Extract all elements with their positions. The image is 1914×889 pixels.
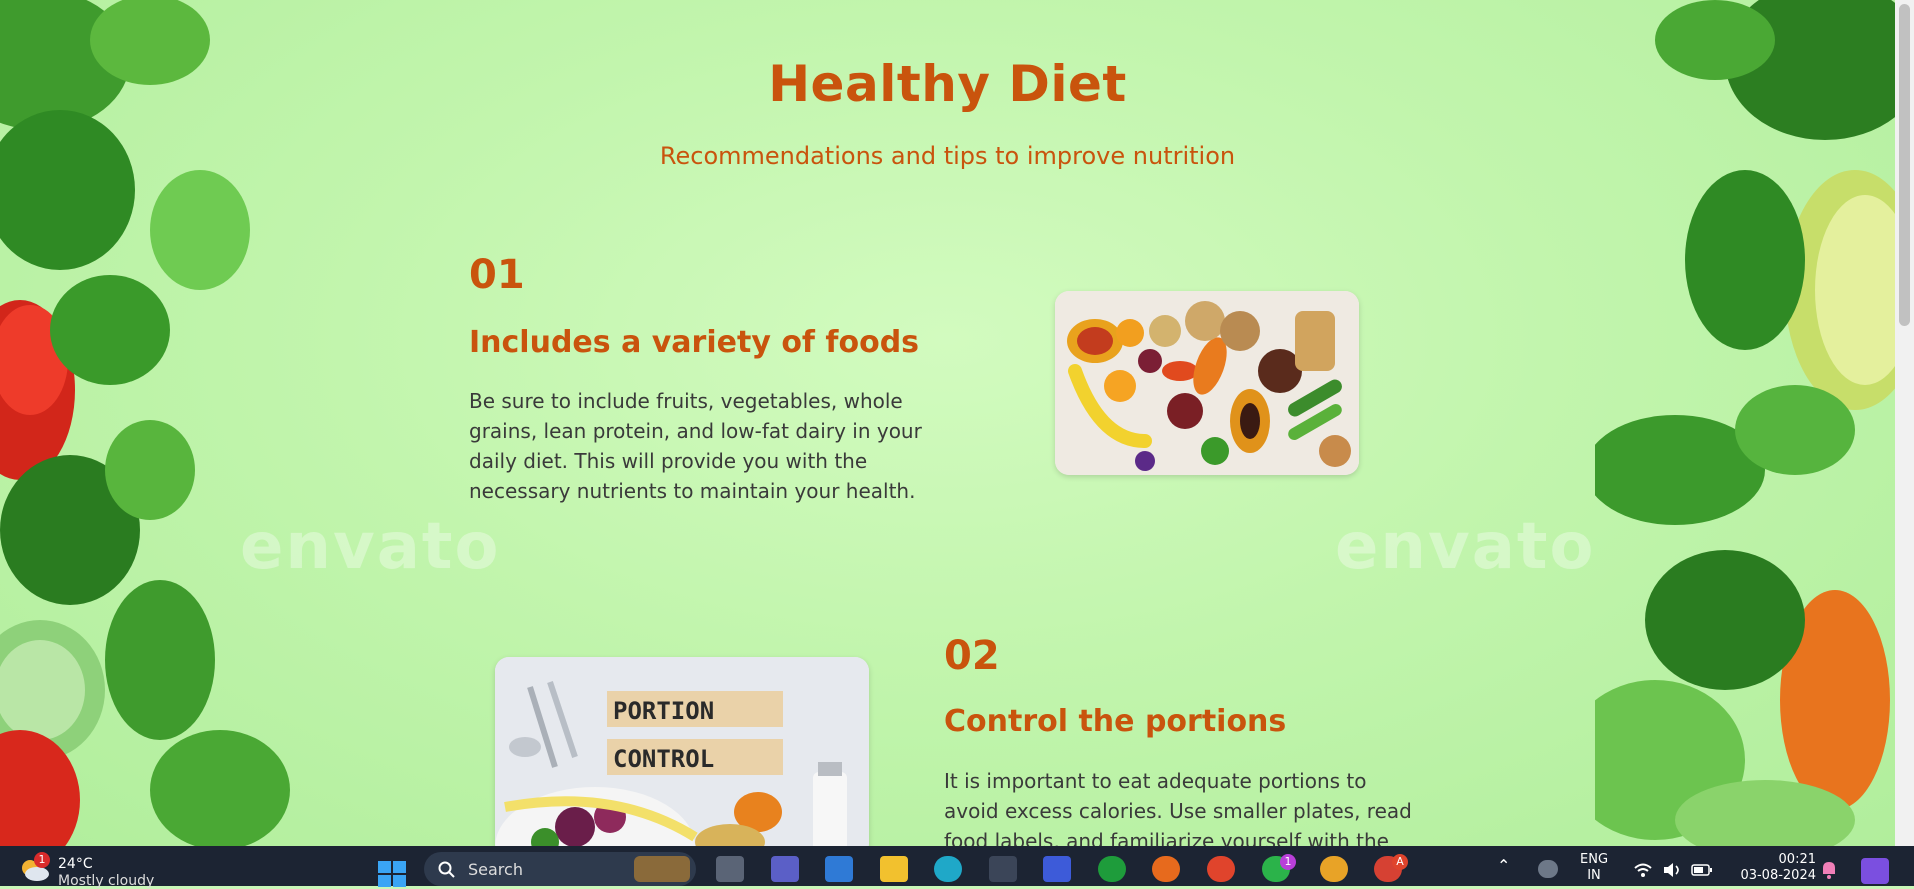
section-title: Includes a variety of foods	[469, 325, 920, 360]
language-region: IN	[1587, 868, 1601, 883]
section-text: It is important to eat adequate portions…	[944, 769, 1412, 846]
section-title: Control the portions	[944, 704, 1287, 739]
vegetable-border-right-image	[1595, 0, 1895, 846]
portion-control-image: PORTION CONTROL	[495, 657, 869, 846]
microsoft-store-icon[interactable]	[825, 856, 853, 882]
chrome-badge: A	[1392, 854, 1408, 870]
section-number: 01	[469, 252, 525, 298]
windows-start-icon[interactable]	[377, 860, 407, 888]
wifi-icon[interactable]	[1633, 862, 1653, 878]
notification-bell-icon[interactable]	[1820, 860, 1838, 880]
taskbar-search[interactable]: Search	[424, 852, 696, 886]
vertical-scrollbar[interactable]	[1895, 0, 1914, 846]
section-text: Be sure to include fruits, vegetables, w…	[469, 389, 922, 503]
onedrive-icon[interactable]	[1538, 860, 1558, 878]
webpage: Healthy Diet Recommendations and tips to…	[0, 0, 1895, 846]
weather-temp: 24°C	[58, 856, 93, 872]
edge-icon[interactable]	[934, 856, 962, 882]
control-word: CONTROL	[613, 745, 714, 773]
chrome-profile-icon[interactable]	[1320, 856, 1348, 882]
copilot-icon[interactable]	[1861, 858, 1889, 884]
task-view-icon[interactable]	[716, 856, 744, 882]
scrollbar-thumb[interactable]	[1899, 4, 1910, 326]
weather-widget[interactable]: 1 24°C Mostly cloudy	[18, 846, 158, 889]
search-highlight-image	[634, 856, 690, 882]
chrome-icon[interactable]	[1207, 856, 1235, 882]
file-explorer-icon[interactable]	[880, 856, 908, 882]
code-editor-icon[interactable]	[1043, 856, 1071, 882]
firefox-icon[interactable]	[1152, 856, 1180, 882]
clock-time: 00:21	[1778, 852, 1816, 867]
teams-icon[interactable]	[771, 856, 799, 882]
whatsapp-badge: 1	[1280, 854, 1296, 870]
search-placeholder: Search	[468, 860, 523, 879]
weather-badge: 1	[34, 852, 50, 868]
volume-icon[interactable]	[1662, 862, 1682, 878]
portion-word: PORTION	[613, 697, 714, 725]
language-code: ENG	[1580, 852, 1609, 867]
watermark-left: envato	[240, 510, 501, 584]
section-number: 02	[944, 633, 1000, 679]
taskbar: 1 24°C Mostly cloudy Search 1 A ⌃ ENG IN	[0, 846, 1914, 889]
show-hidden-icons-chevron-icon[interactable]: ⌃	[1497, 858, 1510, 874]
app-icon[interactable]	[989, 856, 1017, 882]
clock-date: 03-08-2024	[1740, 868, 1816, 883]
vegetable-border-left-image	[0, 0, 290, 846]
page-title: Healthy Diet	[768, 55, 1127, 113]
language-indicator[interactable]: ENG IN	[1580, 852, 1608, 884]
variety-of-foods-image	[1055, 291, 1359, 475]
battery-icon[interactable]	[1691, 864, 1713, 876]
xbox-icon[interactable]	[1098, 856, 1126, 882]
page-subtitle: Recommendations and tips to improve nutr…	[659, 142, 1236, 170]
clock[interactable]: 00:21 03-08-2024	[1730, 852, 1816, 884]
search-icon	[438, 861, 455, 878]
weather-desc: Mostly cloudy	[58, 873, 155, 889]
watermark-right: envato	[1335, 510, 1596, 584]
